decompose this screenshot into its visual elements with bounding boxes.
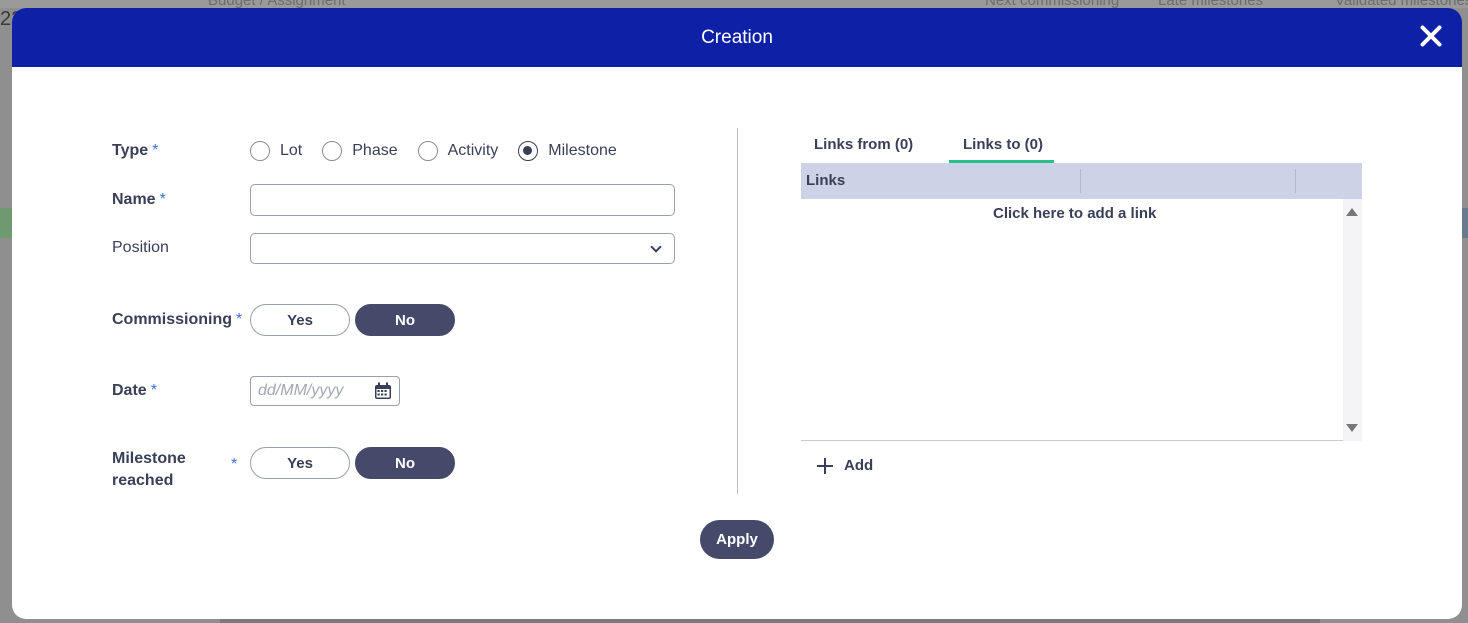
- column-separator[interactable]: [1295, 169, 1296, 193]
- grid-divider: [801, 440, 1343, 441]
- type-option-activity[interactable]: Activity: [417, 141, 499, 161]
- scrollbar[interactable]: [1343, 199, 1362, 441]
- dialog-header: Creation: [12, 8, 1462, 67]
- links-column-header[interactable]: Links: [806, 172, 845, 189]
- name-label: Name *: [112, 191, 166, 208]
- type-option-phase[interactable]: Phase: [322, 141, 398, 161]
- commissioning-no-button[interactable]: No: [355, 304, 455, 336]
- commissioning-toggle: Yes No: [250, 304, 460, 336]
- add-label: Add: [844, 457, 874, 474]
- type-label: Type *: [112, 142, 159, 159]
- milestone-reached-no-button[interactable]: No: [355, 447, 455, 479]
- radio-label: Milestone: [548, 142, 617, 159]
- calendar-icon[interactable]: [373, 381, 393, 401]
- tab-links-from[interactable]: Links from (0): [814, 136, 913, 153]
- radio-label: Lot: [280, 142, 303, 159]
- plus-icon: [817, 457, 833, 474]
- scroll-down-icon[interactable]: [1346, 424, 1358, 432]
- milestone-reached-label: Milestone reached: [112, 450, 186, 489]
- type-option-lot[interactable]: Lot: [250, 141, 302, 161]
- radio-label: Phase: [352, 142, 398, 159]
- date-field[interactable]: dd/MM/yyyy: [250, 376, 400, 406]
- vertical-divider: [737, 128, 738, 494]
- close-icon[interactable]: [1418, 23, 1444, 49]
- chevron-down-icon: [650, 241, 662, 253]
- milestone-reached-yes-button[interactable]: Yes: [250, 447, 350, 479]
- type-option-milestone[interactable]: Milestone: [518, 141, 617, 161]
- add-link-prompt[interactable]: Click here to add a link: [993, 205, 1156, 222]
- creation-dialog: Creation Type * Lot Phase Activity Milest…: [12, 8, 1462, 619]
- commissioning-yes-button[interactable]: Yes: [250, 304, 350, 336]
- name-input[interactable]: [250, 184, 675, 216]
- position-select[interactable]: [250, 233, 675, 264]
- radio-checked-icon[interactable]: [518, 141, 539, 161]
- add-link-button[interactable]: Add: [817, 457, 873, 474]
- tab-links-to[interactable]: Links to (0): [963, 136, 1043, 153]
- date-label: Date *: [112, 382, 157, 399]
- commissioning-label: Commissioning *: [112, 311, 243, 328]
- links-grid-body: Click here to add a link: [801, 199, 1362, 441]
- radio-icon[interactable]: [250, 141, 270, 161]
- milestone-reached-toggle: Yes No: [250, 447, 460, 479]
- radio-icon[interactable]: [417, 141, 438, 161]
- required-marker: *: [231, 456, 238, 473]
- type-radio-group: Lot Phase Activity Milestone: [250, 141, 637, 161]
- apply-button[interactable]: Apply: [700, 520, 774, 559]
- dialog-title: Creation: [701, 26, 773, 48]
- position-label: Position: [112, 239, 169, 256]
- radio-icon[interactable]: [322, 141, 343, 161]
- radio-label: Activity: [447, 142, 499, 159]
- links-grid-header: Links: [801, 163, 1362, 199]
- scroll-up-icon[interactable]: [1346, 208, 1358, 216]
- column-separator[interactable]: [1080, 169, 1081, 193]
- date-placeholder: dd/MM/yyyy: [258, 382, 344, 399]
